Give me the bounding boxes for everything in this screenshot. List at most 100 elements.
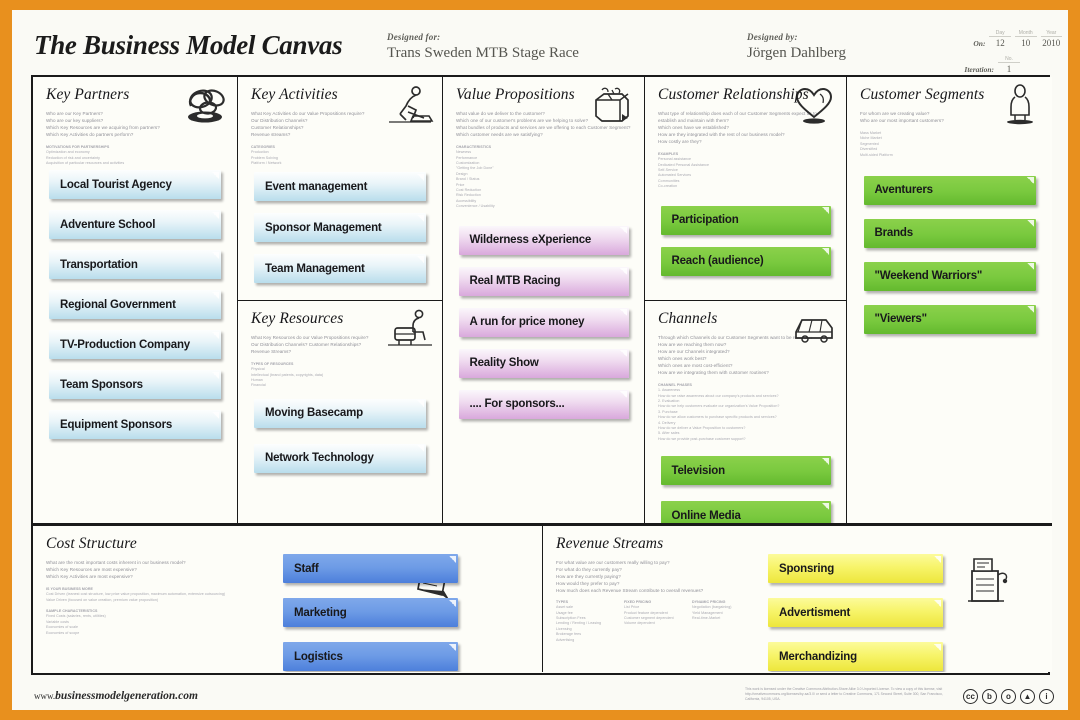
sticky-card[interactable]: Online Media bbox=[660, 501, 831, 523]
block-key-partners[interactable]: Key Partners Who are our Key Partners? W… bbox=[33, 77, 238, 524]
cards-cost-structure: Staff Marketing Logistics bbox=[283, 554, 458, 672]
cards-key-partners: Local Tourist Agency Adventure School Tr… bbox=[33, 170, 237, 440]
block-key-resources[interactable]: Key Resources What Key Resources do our … bbox=[238, 301, 443, 524]
cc-by-icon: b bbox=[982, 689, 997, 704]
block-key-activities[interactable]: Key Activities What Key Activities do ou… bbox=[238, 77, 443, 301]
sticky-card[interactable]: Advertisment bbox=[768, 598, 943, 627]
creative-commons-icons: cc b o ▲ i bbox=[963, 689, 1054, 704]
prompt-questions: What are the most important costs inhere… bbox=[46, 560, 186, 579]
date-month-value: 10 bbox=[1021, 38, 1031, 48]
block-title-cost-structure: Cost Structure bbox=[46, 535, 137, 552]
block-title-revenue-streams: Revenue Streams bbox=[556, 535, 664, 552]
person-icon bbox=[1007, 84, 1033, 125]
prompt-examples: Cost Driven (leanest cost structure, low… bbox=[46, 592, 226, 602]
designed-by-value: Jörgen Dahlberg bbox=[747, 45, 847, 61]
block-revenue-streams[interactable]: Revenue Streams For what value are our c… bbox=[543, 524, 1052, 672]
sticky-card[interactable]: TV-Production Company bbox=[49, 330, 221, 360]
prompt-examples: Asset sale Usage fee Subscription Fees L… bbox=[556, 605, 602, 642]
cards-channels: Television Online Media bbox=[645, 456, 846, 523]
designed-by-label: Designed by: bbox=[747, 32, 798, 42]
sticky-card[interactable]: Team Sponsors bbox=[49, 370, 221, 400]
chain-links-icon bbox=[188, 89, 225, 123]
heart-icon bbox=[795, 87, 833, 124]
sticky-card[interactable]: Reality Show bbox=[458, 348, 629, 378]
prompt-revenue-streams: For what value are our customers really … bbox=[556, 560, 751, 643]
iteration-tick: No. bbox=[998, 56, 1020, 63]
sticky-card[interactable]: Transportation bbox=[49, 250, 221, 280]
sticky-card[interactable]: "Viewers" bbox=[863, 304, 1036, 334]
designed-for-field: Designed for: Trans Sweden MTB Stage Rac… bbox=[387, 32, 579, 62]
sticky-card[interactable]: Regional Government bbox=[49, 290, 221, 320]
gift-icon bbox=[595, 87, 629, 122]
iteration-value: 1 bbox=[1006, 64, 1012, 74]
sticky-card[interactable]: Network Technology bbox=[254, 443, 426, 473]
block-channels[interactable]: Channels Through which Channels do our C… bbox=[645, 301, 847, 524]
iteration-cell: No. 1 bbox=[998, 56, 1020, 74]
footer-url-domain: businessmodelgeneration.com bbox=[55, 690, 198, 702]
sticky-card[interactable]: Moving Basecamp bbox=[254, 398, 426, 428]
sticky-card[interactable]: Local Tourist Agency bbox=[49, 170, 221, 200]
cards-customer-relationships: Participation Reach (audience) bbox=[645, 205, 846, 276]
cost-structure-inner: Cost Structure What are the most importa… bbox=[33, 535, 542, 672]
date-day-value: 12 bbox=[995, 38, 1005, 48]
prompt-examples: Production Problem Solving Platform / Ne… bbox=[251, 150, 282, 166]
iteration-label: Iteration: bbox=[964, 65, 994, 74]
sticky-card[interactable]: Marketing bbox=[283, 598, 458, 627]
sticky-card[interactable]: Wilderness eXperience bbox=[458, 225, 629, 255]
prompt-examples: Physical Intellectual (brand patents, co… bbox=[251, 367, 324, 388]
worker-icon bbox=[389, 86, 434, 123]
cash-register-icon bbox=[968, 558, 1008, 602]
canvas-footer: www.businessmodelgeneration.com This wor… bbox=[12, 676, 1068, 710]
sticky-card[interactable]: Merchandizing bbox=[768, 642, 943, 671]
sticky-card[interactable]: Television bbox=[660, 456, 831, 486]
designed-for-label: Designed for: bbox=[387, 32, 441, 42]
page-title: The Business Model Canvas bbox=[34, 30, 343, 60]
sticky-card[interactable]: Sponsor Management bbox=[254, 213, 426, 243]
block-customer-relationships[interactable]: Customer Relationships What type of rela… bbox=[645, 77, 847, 301]
prompt-examples: Personal assistance Dedicated Personal A… bbox=[658, 157, 709, 189]
date-year-value: 2010 bbox=[1042, 38, 1061, 48]
cards-key-resources: Moving Basecamp Network Technology bbox=[238, 398, 442, 473]
cards-customer-segments: Aventurers Brands "Weekend Warriors" "Vi… bbox=[847, 175, 1052, 334]
sticky-card[interactable]: Reach (audience) bbox=[660, 246, 831, 276]
truck-icon bbox=[795, 319, 833, 343]
prompt-examples-2: List Price Product feature dependent Cus… bbox=[624, 605, 674, 626]
date-year-cell: Year 2010 bbox=[1040, 30, 1063, 48]
designed-for-value: Trans Sweden MTB Stage Race bbox=[387, 45, 579, 61]
sticky-card[interactable]: A run for price money bbox=[458, 307, 629, 337]
date-row: On: Day 12 Month 10 Year 2010 bbox=[962, 30, 1063, 48]
prompt-examples: Optimization and economy Reduction of ri… bbox=[46, 150, 125, 166]
footer-url[interactable]: www.businessmodelgeneration.com bbox=[34, 690, 198, 702]
sticky-card[interactable]: .... For sponsors... bbox=[458, 389, 629, 419]
cc-nd-icon: ▲ bbox=[1020, 689, 1035, 704]
sticky-card[interactable]: "Weekend Warriors" bbox=[863, 261, 1036, 291]
sticky-card[interactable]: Sponsring bbox=[768, 554, 943, 583]
block-value-propositions[interactable]: Value Propositions What value do we deli… bbox=[443, 77, 645, 524]
prompt-examples-2: Fixed Costs (salaries, rents, utilities)… bbox=[46, 614, 106, 635]
sticky-card[interactable]: Adventure School bbox=[49, 210, 221, 240]
prompt-questions: For what value are our customers really … bbox=[556, 560, 704, 593]
revenue-example-col-3: DYNAMIC PRICING Negotiation (bargaining)… bbox=[692, 600, 751, 643]
date-year-tick: Year bbox=[1040, 30, 1063, 37]
canvas-header: The Business Model Canvas Designed for: … bbox=[12, 10, 1068, 74]
crane-icon bbox=[388, 309, 432, 346]
date-field: On: Day 12 Month 10 Year 2010 Iteration:… bbox=[962, 30, 1063, 74]
sticky-card[interactable]: Brands bbox=[863, 218, 1036, 248]
cards-key-activities: Event management Sponsor Management Team… bbox=[238, 172, 442, 284]
date-day-cell: Day 12 bbox=[989, 30, 1011, 48]
block-cost-structure[interactable]: Cost Structure What are the most importa… bbox=[33, 524, 543, 672]
sticky-card[interactable]: Equipment Sponsors bbox=[49, 410, 221, 440]
prompt-examples: Newness Performance Customization "Getti… bbox=[456, 150, 495, 209]
sticky-card[interactable]: Logistics bbox=[283, 642, 458, 671]
sticky-card[interactable]: Aventurers bbox=[863, 175, 1036, 205]
designed-by-field: Designed by: Jörgen Dahlberg bbox=[747, 32, 846, 62]
sticky-card[interactable]: Real MTB Racing bbox=[458, 266, 629, 296]
date-month-cell: Month 10 bbox=[1014, 30, 1037, 48]
sticky-card[interactable]: Team Management bbox=[254, 254, 426, 284]
block-customer-segments[interactable]: Customer Segments For whom are we creati… bbox=[847, 77, 1052, 524]
sticky-card[interactable]: Staff bbox=[283, 554, 458, 583]
prompt-examples: 1. Awareness How do we raise awareness a… bbox=[658, 388, 780, 441]
sticky-card[interactable]: Event management bbox=[254, 172, 426, 202]
sticky-card[interactable]: Participation bbox=[660, 205, 831, 235]
revenue-example-columns: TYPES Asset sale Usage fee Subscription … bbox=[556, 600, 751, 643]
